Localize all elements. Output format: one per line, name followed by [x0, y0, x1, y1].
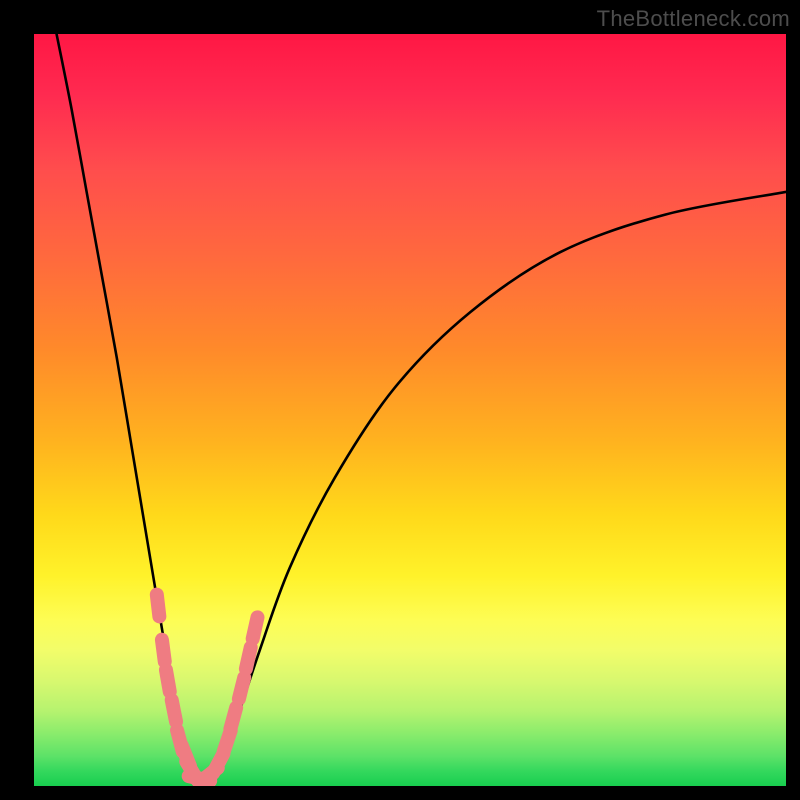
chart-frame: TheBottleneck.com [0, 0, 800, 800]
plot-area [34, 34, 786, 786]
highlight-marker [253, 617, 258, 638]
highlight-marker [162, 640, 165, 662]
highlight-marker [166, 670, 170, 692]
watermark-text: TheBottleneck.com [597, 6, 790, 32]
highlight-marker [246, 647, 251, 668]
highlight-markers [157, 595, 258, 782]
highlight-marker [230, 708, 236, 729]
highlight-marker [239, 678, 244, 699]
highlight-marker [172, 700, 176, 722]
highlight-marker [157, 595, 160, 617]
bottleneck-curve-svg [34, 34, 786, 786]
